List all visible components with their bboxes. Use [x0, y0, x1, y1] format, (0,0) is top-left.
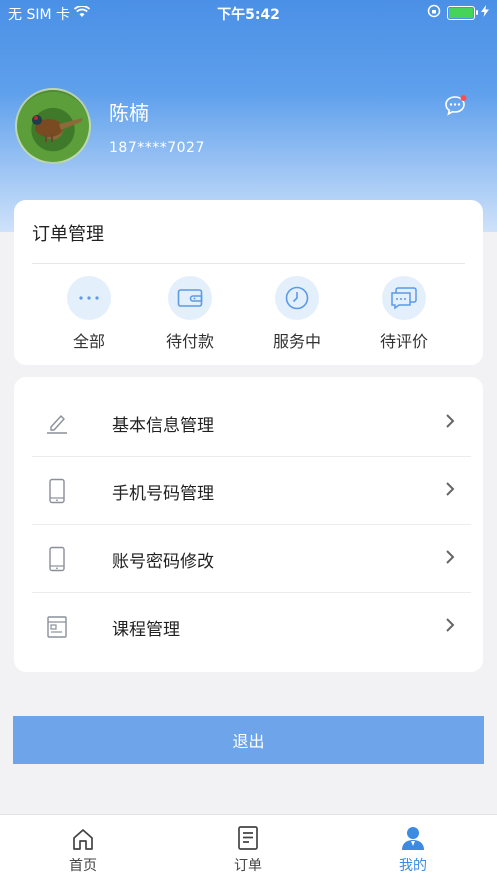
- chevron-right-icon: [445, 617, 455, 637]
- menu-item-change-password[interactable]: 账号密码修改: [32, 525, 471, 593]
- order-tab-pending-payment[interactable]: 待付款: [150, 276, 230, 352]
- order-management-card: 订单管理 全部 待付款 服务中 待评价: [14, 200, 483, 365]
- clock-icon: [275, 276, 319, 320]
- order-card-title: 订单管理: [32, 224, 104, 245]
- document-icon: [42, 612, 72, 642]
- pheasant-photo-icon: [32, 115, 83, 142]
- menu-item-course-management[interactable]: 课程管理: [32, 593, 471, 661]
- user-profile[interactable]: 陈楠 187****7027: [15, 88, 205, 164]
- logout-button[interactable]: 退出: [13, 716, 484, 764]
- order-tab-label: 待评价: [379, 332, 428, 351]
- tab-orders[interactable]: 订单: [208, 825, 288, 875]
- menu-item-label: 基本信息管理: [112, 415, 214, 436]
- user-name: 陈楠: [109, 100, 149, 125]
- user-phone: 187****7027: [109, 139, 205, 156]
- tab-label: 订单: [234, 858, 262, 874]
- menu-item-phone-number[interactable]: 手机号码管理: [32, 457, 471, 525]
- chevron-right-icon: [445, 549, 455, 569]
- more-dots-icon: [67, 276, 111, 320]
- tab-mine[interactable]: 我的: [373, 825, 453, 875]
- menu-item-label: 课程管理: [112, 619, 180, 640]
- bottom-tab-bar: 首页 订单 我的: [0, 814, 497, 884]
- rotation-lock-icon: [427, 4, 441, 22]
- home-icon: [43, 825, 123, 851]
- message-icon[interactable]: [444, 94, 468, 116]
- order-tab-label: 待付款: [165, 332, 214, 351]
- menu-item-label: 手机号码管理: [112, 483, 214, 504]
- order-tab-label: 全部: [72, 332, 105, 351]
- tab-label: 我的: [399, 858, 427, 874]
- phone-icon: [42, 476, 72, 506]
- order-list-icon: [208, 825, 288, 851]
- order-tab-all[interactable]: 全部: [49, 276, 129, 352]
- menu-item-basic-info[interactable]: 基本信息管理: [32, 389, 471, 457]
- chat-review-icon: [382, 276, 426, 320]
- order-tab-to-review[interactable]: 待评价: [364, 276, 444, 352]
- avatar[interactable]: [15, 88, 91, 164]
- settings-menu-card: 基本信息管理 手机号码管理 账号密码修改 课程管理: [14, 377, 483, 672]
- charging-icon: [481, 5, 489, 21]
- order-tab-label: 服务中: [272, 332, 321, 351]
- pencil-icon: [42, 408, 72, 438]
- divider: [32, 263, 465, 264]
- battery-icon: [447, 6, 478, 20]
- chevron-right-icon: [445, 481, 455, 501]
- clock-time: 下午5:42: [217, 7, 280, 23]
- user-icon: [373, 825, 453, 851]
- menu-item-label: 账号密码修改: [112, 551, 214, 572]
- order-tab-in-service[interactable]: 服务中: [257, 276, 337, 352]
- tab-label: 首页: [69, 858, 97, 874]
- phone-icon: [42, 544, 72, 574]
- tab-home[interactable]: 首页: [43, 825, 123, 875]
- chevron-right-icon: [445, 413, 455, 433]
- wallet-icon: [168, 276, 212, 320]
- status-bar: 无 SIM 卡 下午5:42: [0, 0, 497, 26]
